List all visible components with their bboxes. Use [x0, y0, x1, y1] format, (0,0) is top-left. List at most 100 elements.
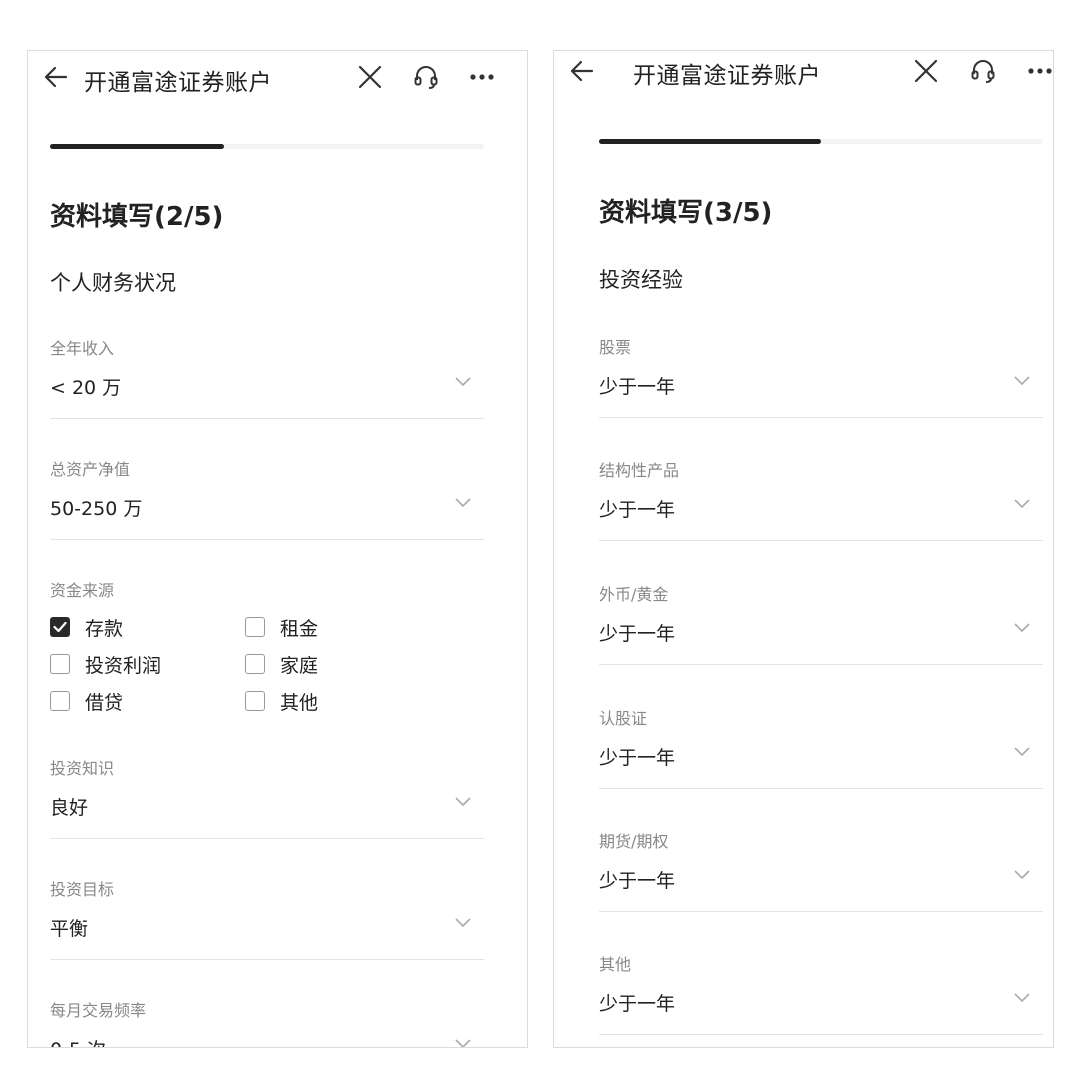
field-value: 少于一年	[599, 870, 676, 892]
field-other[interactable]: 其他 少于一年	[599, 951, 1043, 1047]
field-value: 50-250 万	[50, 498, 143, 520]
field-value: 0-5 次	[50, 1035, 106, 1047]
customer-service-button[interactable]	[408, 59, 444, 95]
field-monthly-trading-frequency[interactable]: 每月交易频率 0-5 次	[50, 997, 484, 1047]
field-label: 结构性产品	[599, 461, 680, 480]
progress-fill	[599, 139, 821, 144]
field-stocks[interactable]: 股票 少于一年	[599, 334, 1043, 434]
checkbox-loan[interactable]: 借贷	[50, 687, 123, 715]
chevron-down-icon	[1014, 623, 1030, 633]
headset-icon	[971, 60, 995, 83]
back-button[interactable]	[564, 53, 600, 89]
field-investment-knowledge[interactable]: 投资知识 良好	[50, 755, 484, 855]
field-value: 少于一年	[599, 623, 676, 645]
page-title: 开通富途证券账户	[84, 70, 272, 96]
close-button[interactable]	[908, 53, 944, 89]
page-title: 开通富途证券账户	[633, 63, 821, 89]
checkbox-family[interactable]: 家庭	[245, 650, 318, 678]
field-label: 期货/期权	[599, 832, 669, 851]
more-icon	[1028, 68, 1052, 74]
checkbox-other[interactable]: 其他	[245, 687, 318, 715]
headset-icon	[414, 66, 438, 89]
field-forex-gold[interactable]: 外币/黄金 少于一年	[599, 581, 1043, 681]
chevron-down-icon	[455, 797, 471, 807]
more-button[interactable]	[464, 59, 500, 95]
divider	[599, 788, 1043, 789]
checkbox-label: 存款	[85, 617, 124, 640]
back-button[interactable]	[38, 59, 74, 95]
field-value: 少于一年	[599, 376, 676, 398]
checkbox-label: 其他	[280, 691, 319, 714]
divider	[599, 911, 1043, 912]
chevron-down-icon	[455, 498, 471, 508]
back-arrow-icon	[570, 60, 594, 82]
chevron-down-icon	[455, 377, 471, 387]
field-label: 投资知识	[50, 759, 115, 778]
field-net-assets[interactable]: 总资产净值 50-250 万	[50, 456, 484, 556]
divider	[599, 664, 1043, 665]
field-warrants[interactable]: 认股证 少于一年	[599, 705, 1043, 805]
field-label: 投资目标	[50, 880, 115, 899]
checkbox-investment-profit[interactable]: 投资利润	[50, 650, 161, 678]
chevron-down-icon	[1014, 993, 1030, 1003]
field-value: 少于一年	[599, 747, 676, 769]
divider	[50, 418, 484, 419]
subsection-title: 投资经验	[599, 268, 683, 292]
field-label: 全年收入	[50, 339, 115, 358]
checkbox-box[interactable]	[245, 691, 265, 711]
checkbox-box[interactable]	[50, 654, 70, 674]
divider	[50, 539, 484, 540]
chevron-down-icon	[1014, 499, 1030, 509]
field-futures-options[interactable]: 期货/期权 少于一年	[599, 828, 1043, 928]
checkbox-label: 家庭	[280, 654, 319, 677]
field-value: 少于一年	[599, 993, 676, 1015]
progress-bar	[599, 139, 1043, 144]
checkbox-box[interactable]	[245, 617, 265, 637]
field-investment-goal[interactable]: 投资目标 平衡	[50, 876, 484, 976]
field-label: 认股证	[599, 709, 648, 728]
section-title: 资料填写(3/5)	[599, 198, 773, 228]
divider	[599, 1034, 1043, 1035]
progress-fill	[50, 144, 224, 149]
field-label: 其他	[599, 955, 632, 974]
field-annual-income[interactable]: 全年收入 < 20 万	[50, 335, 484, 435]
customer-service-button[interactable]	[965, 53, 1001, 89]
funding-source-label: 资金来源	[50, 581, 115, 600]
field-label: 股票	[599, 338, 632, 357]
field-value: 少于一年	[599, 499, 676, 521]
checkbox-box[interactable]	[50, 691, 70, 711]
back-arrow-icon	[44, 66, 68, 88]
chevron-down-icon	[455, 1039, 471, 1047]
checkbox-rent[interactable]: 租金	[245, 613, 318, 641]
field-label: 每月交易频率	[50, 1001, 147, 1020]
field-value: 平衡	[50, 918, 89, 940]
field-label: 外币/黄金	[599, 585, 669, 604]
left-screen: 开通富途证券账户 资料填写(2/5) 个人财务状况 全年收入 < 20 万 总资…	[27, 50, 528, 1048]
close-icon	[914, 59, 938, 83]
field-value: < 20 万	[50, 377, 122, 399]
chevron-down-icon	[1014, 376, 1030, 386]
top-bar: 开通富途证券账户	[28, 53, 527, 109]
close-icon	[358, 65, 382, 89]
more-icon	[470, 74, 494, 80]
chevron-down-icon	[455, 918, 471, 928]
close-button[interactable]	[352, 59, 388, 95]
checkmark-icon	[53, 621, 67, 633]
checkbox-label: 借贷	[85, 691, 124, 714]
checkbox-box[interactable]	[50, 617, 70, 637]
field-structured-products[interactable]: 结构性产品 少于一年	[599, 457, 1043, 557]
checkbox-box[interactable]	[245, 654, 265, 674]
divider	[50, 838, 484, 839]
divider	[599, 417, 1043, 418]
checkbox-label: 投资利润	[85, 654, 162, 677]
right-screen: 开通富途证券账户 资料填写(3/5) 投资经验 股票 少于一年 结构性产品 少于…	[553, 50, 1054, 1048]
funding-source-checkbox-group: 存款 租金 投资利润 家庭 借贷 其他	[50, 613, 484, 733]
top-bar: 开通富途证券账户	[554, 51, 1053, 107]
divider	[599, 540, 1043, 541]
more-button[interactable]	[1022, 53, 1053, 89]
chevron-down-icon	[1014, 747, 1030, 757]
checkbox-label: 租金	[280, 617, 319, 640]
field-value: 良好	[50, 797, 89, 819]
checkbox-savings[interactable]: 存款	[50, 613, 123, 641]
chevron-down-icon	[1014, 870, 1030, 880]
